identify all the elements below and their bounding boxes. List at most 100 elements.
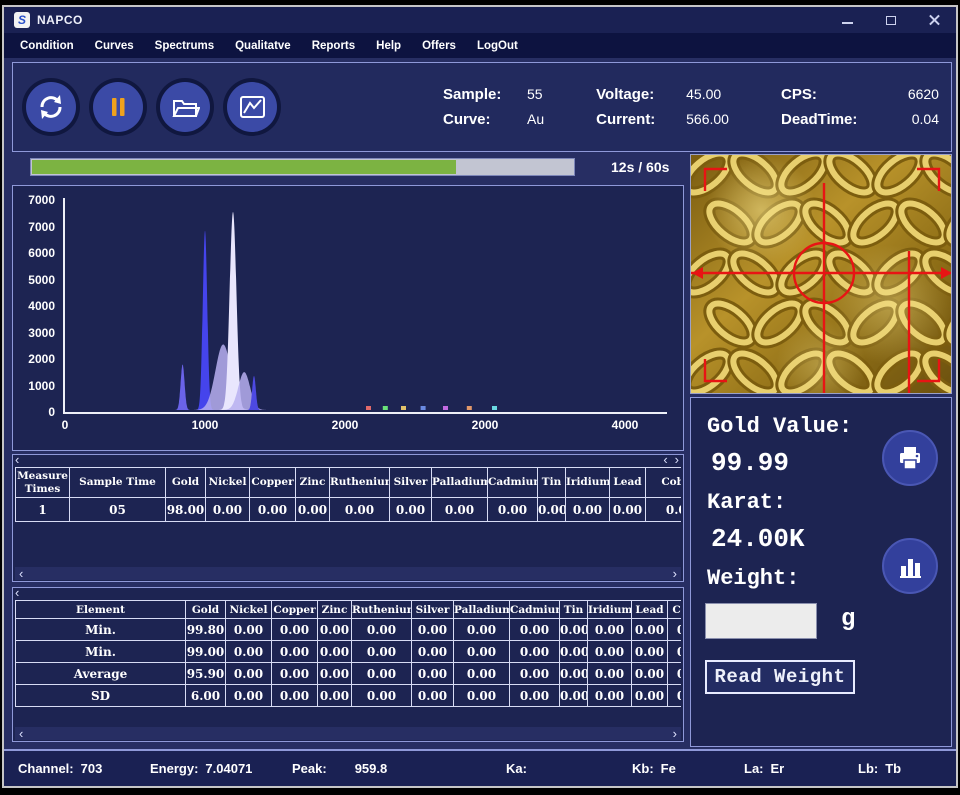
menu-item-condition[interactable]: Condition	[20, 40, 74, 52]
menu-item-reports[interactable]: Reports	[312, 40, 355, 52]
scroll-left-icon[interactable]: ‹	[19, 568, 23, 579]
table-cell: 0.00	[432, 498, 488, 522]
table-cell: 0.00	[668, 619, 682, 641]
curve-button[interactable]	[223, 78, 281, 136]
voltage-value: 45.00	[686, 86, 721, 102]
menu-item-curves[interactable]: Curves	[95, 40, 134, 52]
table-cell: 0.00	[588, 641, 632, 663]
column-header: Zinc	[296, 468, 330, 498]
element-marker	[366, 406, 371, 410]
menu-item-logout[interactable]: LogOut	[477, 40, 518, 52]
open-folder-icon	[170, 92, 200, 122]
table-cell: 0.00	[632, 685, 668, 707]
maximize-button[interactable]	[884, 13, 898, 27]
gold-value: 99.99	[711, 448, 789, 478]
scroll-left-icon[interactable]: ‹	[663, 454, 667, 467]
element-marker	[401, 406, 406, 410]
stats-hscrollbar[interactable]: ‹ ›	[15, 727, 681, 740]
table-row[interactable]: 10598.000.000.000.000.000.000.000.000.00…	[16, 498, 682, 522]
table-cell: 6.00	[186, 685, 226, 707]
column-header: Silver	[412, 601, 454, 619]
table-cell: 0.00	[454, 663, 510, 685]
table-row[interactable]: Min.99.800.000.000.000.000.000.000.000.0…	[16, 619, 682, 641]
pause-button[interactable]	[89, 78, 147, 136]
y-tick-label: 3000	[28, 326, 55, 340]
table-cell: 98.00	[166, 498, 206, 522]
y-tick-label: 0	[48, 405, 55, 419]
menu-bar: Condition Curves Spectrums Qualitatve Report…	[4, 33, 956, 58]
scroll-left-icon[interactable]: ‹	[15, 455, 19, 467]
scroll-left-icon[interactable]: ‹	[19, 728, 23, 739]
table-cell: Average	[16, 663, 186, 685]
scroll-right-icon[interactable]: ›	[675, 454, 679, 467]
table-row[interactable]: Average95.900.000.000.000.000.000.000.00…	[16, 663, 682, 685]
close-button[interactable]	[928, 13, 942, 27]
table-cell: 0.00	[226, 685, 272, 707]
x-tick-label: 2000	[332, 418, 359, 432]
app-logo-icon: S	[14, 12, 30, 28]
table-cell: 0.00	[318, 619, 352, 641]
curve-label: Curve:	[443, 111, 513, 128]
stats-button[interactable]	[882, 538, 938, 594]
weight-input[interactable]	[705, 603, 817, 639]
element-marker	[421, 406, 426, 410]
scroll-right-icon[interactable]: ›	[673, 728, 677, 739]
table-cell: 0.00	[588, 619, 632, 641]
table-cell: 0.00	[296, 498, 330, 522]
column-header: Gold	[186, 601, 226, 619]
minimize-button[interactable]	[840, 13, 854, 27]
maximize-icon	[886, 16, 896, 25]
column-header: Measure Times	[16, 468, 70, 498]
table-cell: 0.00	[538, 498, 566, 522]
element-marker	[492, 406, 497, 410]
table-cell: 0.00	[668, 641, 682, 663]
column-header: Copper	[272, 601, 318, 619]
y-tick-label: 7000	[28, 193, 55, 207]
column-header: Cobalt	[646, 468, 682, 498]
read-weight-button[interactable]: Read Weight	[705, 660, 855, 694]
weight-unit: g	[841, 606, 855, 633]
window-controls	[840, 13, 942, 27]
table-cell: 0.00	[560, 641, 588, 663]
bar-chart-icon	[896, 552, 924, 580]
table-cell: 0.00	[272, 663, 318, 685]
refresh-icon	[36, 92, 66, 122]
table-cell: 0.00	[454, 685, 510, 707]
table-row[interactable]: SD6.000.000.000.000.000.000.000.000.000.…	[16, 685, 682, 707]
menu-item-qualitatve[interactable]: Qualitatve	[235, 40, 291, 52]
refresh-button[interactable]	[22, 78, 80, 136]
table-cell: 0.00	[272, 685, 318, 707]
x-tick-label: 2000	[472, 418, 499, 432]
table-row[interactable]: Min.99.000.000.000.000.000.000.000.000.0…	[16, 641, 682, 663]
gold-result-panel: Gold Value: 99.99 Karat: 24.00K Weight: …	[690, 397, 952, 747]
cps-value: 6620	[908, 86, 939, 102]
scroll-left-icon[interactable]: ‹	[15, 588, 19, 600]
spectrum-plot	[65, 198, 667, 410]
table-cell: 0.00	[390, 498, 432, 522]
results-hscrollbar[interactable]: ‹ ›	[15, 567, 681, 580]
current-label: Current:	[596, 111, 672, 128]
menu-item-offers[interactable]: Offers	[422, 40, 456, 52]
sample-label: Sample:	[443, 86, 513, 103]
menu-item-help[interactable]: Help	[376, 40, 401, 52]
table-cell: 0.00	[610, 498, 646, 522]
app-window: S NAPCO ConditionCurvesSpectrumsQualitat…	[2, 5, 958, 788]
table-cell: 0.00	[412, 641, 454, 663]
table-cell: 0.00	[330, 498, 390, 522]
open-file-button[interactable]	[156, 78, 214, 136]
print-button[interactable]	[882, 430, 938, 486]
table-cell: 0.00	[632, 619, 668, 641]
spectrum-chart: 700070006000500040003000200010000 010002…	[12, 185, 684, 451]
column-header: Palladium	[454, 601, 510, 619]
menu-item-spectrums[interactable]: Spectrums	[155, 40, 214, 52]
table-cell: 0.00	[454, 641, 510, 663]
status-bar: Channel:703 Energy:7.04071 Peak:959.8 Ka…	[4, 749, 956, 786]
scroll-right-icon[interactable]: ›	[673, 568, 677, 579]
table-cell: 0.00	[510, 641, 560, 663]
y-tick-label: 4000	[28, 299, 55, 313]
table-cell: 0.00	[588, 685, 632, 707]
acquisition-progress: 12s / 60s	[30, 157, 690, 177]
table-cell: 0.00	[454, 619, 510, 641]
y-tick-label: 7000	[28, 220, 55, 234]
x-tick-label: 0	[62, 418, 69, 432]
